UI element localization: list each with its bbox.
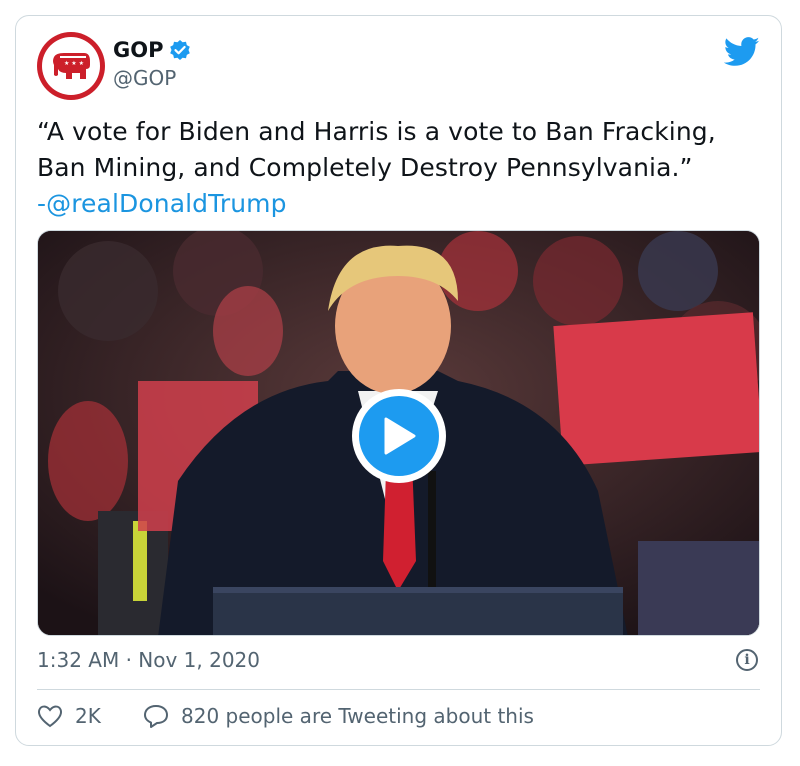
play-button[interactable] [352,389,446,483]
gop-elephant-logo: ★ ★ ★ [53,53,90,79]
tweet-text-line-1: “A vote for Biden and Harris is a vote t… [37,117,716,146]
conversation-label: 820 people are Tweeting about this [181,704,534,728]
verified-badge-icon [170,40,191,60]
twitter-bird-icon[interactable] [724,37,760,67]
divider [37,689,760,690]
tweet-timestamp[interactable]: 1:32 AM · Nov 1, 2020 [37,648,260,672]
play-icon [384,417,416,455]
tweet-text: “A vote for Biden and Harris is a vote t… [37,114,767,222]
like-button[interactable]: 2K [37,704,101,728]
svg-text:★ ★ ★: ★ ★ ★ [64,60,84,67]
attribution-prefix: - [37,189,47,218]
conversation-button[interactable]: 820 people are Tweeting about this [143,704,534,728]
tweet-text-line-2: Ban Mining, and Completely Destroy Penns… [37,153,693,182]
account-handle[interactable]: @GOP [113,66,176,90]
avatar[interactable]: ★ ★ ★ [37,32,105,100]
mention-link[interactable]: @realDonaldTrump [46,189,286,218]
account-name-label: GOP [113,38,164,62]
heart-icon [37,705,63,728]
speech-bubble-icon [144,705,168,728]
tweet-attribution: -@realDonaldTrump [37,186,767,222]
like-count: 2K [75,704,101,728]
info-icon[interactable]: i [736,649,758,671]
account-name[interactable]: GOP [113,38,191,62]
